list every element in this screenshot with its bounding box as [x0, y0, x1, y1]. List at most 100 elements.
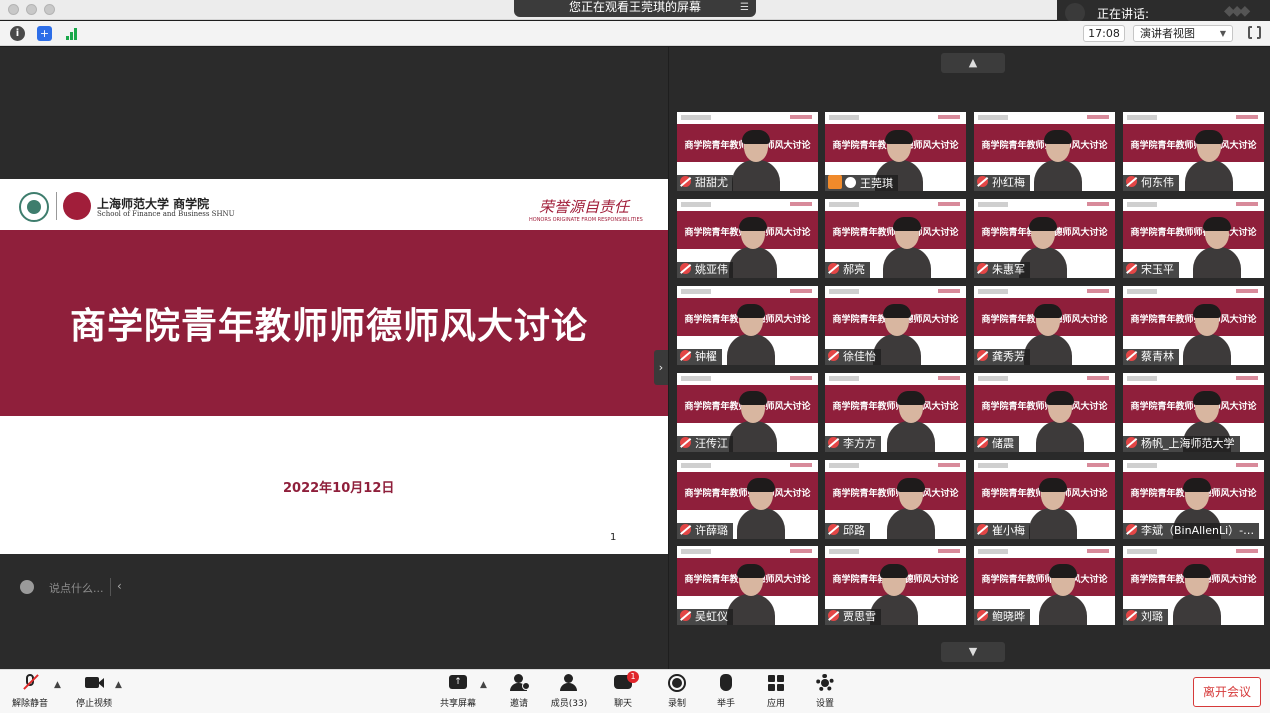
add-person-icon — [509, 674, 530, 692]
participant-nametag: 钟櫂 — [677, 349, 722, 365]
muted-mic-icon — [828, 437, 839, 448]
tile-slide-logo — [681, 463, 711, 468]
participant-name: 徐佳怡 — [843, 350, 876, 363]
tile-slide-logo — [681, 376, 711, 381]
stop-video-button[interactable]: 停止视频 — [69, 674, 119, 712]
video-options-chevron-up-icon[interactable]: ▲ — [115, 680, 122, 690]
security-shield-icon[interactable]: + — [37, 26, 52, 41]
watermark-logo-icon: ◆◆◆ — [1224, 3, 1250, 19]
record-label: 录制 — [667, 699, 686, 709]
participant-tile[interactable]: 商学院青年教师师德师风大讨论贾思雪 — [825, 546, 966, 625]
participants-button[interactable]: 成员(33) — [544, 674, 594, 712]
close-window-button[interactable] — [8, 4, 19, 15]
participant-tile[interactable]: 商学院青年教师师德师风大讨论 何东伟 — [1123, 112, 1264, 191]
participant-tile[interactable]: 商学院青年教师师德师风大讨论 宋玉平 — [1123, 199, 1264, 278]
participant-name: 孙红梅 — [992, 176, 1025, 189]
participant-tile[interactable]: 商学院青年教师师德师风大讨论吴虹仪 — [677, 546, 818, 625]
gallery-page-down-button[interactable]: ▼ — [941, 642, 1005, 662]
share-screen-button[interactable]: ↑ 共享屏幕 — [433, 674, 483, 712]
participant-nametag: 鲍晓晔 — [974, 609, 1030, 625]
gallery-page-up-button[interactable]: ▲ — [941, 53, 1005, 73]
slide-page-number: 1 — [610, 532, 617, 543]
participant-name: 贾思雪 — [843, 610, 876, 623]
tile-slide-motto — [790, 289, 812, 293]
participant-tile[interactable]: 商学院青年教师师德师风大讨论 储震 — [974, 373, 1115, 452]
audio-options-chevron-up-icon[interactable]: ▲ — [54, 680, 61, 690]
participant-tile[interactable]: 商学院青年教师师德师风大讨论 邱路 — [825, 460, 966, 539]
leave-meeting-button[interactable]: 离开会议 — [1193, 677, 1261, 707]
tile-slide-logo — [1127, 202, 1157, 207]
participant-tile[interactable]: 商学院青年教师师德师风大讨论汪传江 — [677, 373, 818, 452]
tile-slide-logo — [829, 202, 859, 207]
participant-nametag: 何东伟 — [1123, 175, 1179, 191]
fullscreen-icon[interactable] — [1248, 25, 1261, 40]
participant-tile[interactable]: 商学院青年教师师德师风大讨论 李方方 — [825, 373, 966, 452]
participant-video — [1185, 130, 1233, 191]
apps-button[interactable]: 应用 — [751, 674, 801, 712]
share-options-chevron-up-icon[interactable]: ▲ — [480, 680, 487, 690]
chevron-left-icon[interactable]: ‹ — [117, 579, 122, 593]
tile-slide-motto — [938, 115, 960, 119]
participant-tile[interactable]: 商学院青年教师师德师风大讨论 杨帆_上海师范大学 — [1123, 373, 1264, 452]
host-icon — [828, 175, 842, 189]
banner-menu-icon[interactable]: ☰ — [740, 0, 749, 15]
chat-icon: 1 — [613, 671, 639, 692]
participant-tile[interactable]: 商学院青年教师师德师风大讨论钟櫂 — [677, 286, 818, 365]
participant-tile[interactable]: 商学院青年教师师德师风大讨论郝亮 — [825, 199, 966, 278]
participant-tile[interactable]: 商学院青年教师师德师风大讨论 蔡青林 — [1123, 286, 1264, 365]
participant-tile[interactable]: 商学院青年教师师德师风大讨论徐佳怡 — [825, 286, 966, 365]
network-signal-icon[interactable] — [66, 26, 81, 41]
record-button[interactable]: 录制 — [652, 674, 702, 712]
tile-slide-logo — [1127, 463, 1157, 468]
settings-button[interactable]: 设置 — [800, 674, 850, 712]
participant-tile[interactable]: 商学院青年教师师德师风大讨论 孙红梅 — [974, 112, 1115, 191]
apps-label: 应用 — [766, 699, 785, 709]
participant-video — [729, 217, 777, 278]
raise-hand-button[interactable]: 举手 — [701, 674, 751, 712]
meeting-info-icon[interactable]: i — [10, 26, 25, 41]
participant-nametag: 宋玉平 — [1123, 262, 1179, 278]
quick-chat-input[interactable]: 说点什么... — [49, 580, 104, 596]
chat-label: 聊天 — [613, 699, 632, 709]
muted-mic-icon — [1126, 263, 1137, 274]
tile-slide-motto — [790, 115, 812, 119]
tile-slide-motto — [1087, 376, 1109, 380]
collapse-gallery-button[interactable]: › — [654, 350, 668, 385]
meeting-clock: 17:08 — [1083, 25, 1125, 42]
participant-video — [1024, 304, 1072, 365]
slide-date: 2022年10月12日 — [283, 481, 395, 496]
zoom-window-button[interactable] — [44, 4, 55, 15]
viewing-screen-banner[interactable]: 您正在观看王莞琪的屏幕 ☰ — [514, 0, 756, 17]
minimize-window-button[interactable] — [26, 4, 37, 15]
muted-mic-icon — [828, 524, 839, 535]
chat-button[interactable]: 1 聊天 — [598, 671, 648, 712]
muted-mic-icon — [1126, 524, 1137, 535]
participant-tile[interactable]: 商学院青年教师师德师风大讨论甜甜尤 — [677, 112, 818, 191]
participant-name: 钟櫂 — [695, 350, 717, 363]
participant-tile[interactable]: 商学院青年教师师德师风大讨论龚秀芳 — [974, 286, 1115, 365]
presentation-slide: 上海师范大学 商学院 School of Finance and Busines… — [0, 179, 668, 554]
participant-tile[interactable]: 商学院青年教师师德师风大讨论刘璐 — [1123, 546, 1264, 625]
participant-nametag: 孙红梅 — [974, 175, 1030, 191]
invite-label: 邀请 — [509, 699, 528, 709]
participant-tile[interactable]: 商学院青年教师师德师风大讨论李斌（BinAllenLi）-… — [1123, 460, 1264, 539]
invite-button[interactable]: 邀请 — [494, 674, 544, 712]
participant-tile[interactable]: 商学院青年教师师德师风大讨论王莞琪 — [825, 112, 966, 191]
participant-video — [727, 304, 775, 365]
participant-tile[interactable]: 商学院青年教师师德师风大讨论朱惠军 — [974, 199, 1115, 278]
participant-tile[interactable]: 商学院青年教师师德师风大讨论姚亚伟 — [677, 199, 818, 278]
tile-slide-motto — [1236, 115, 1258, 119]
participant-nametag: 郝亮 — [825, 262, 870, 278]
participant-tile[interactable]: 商学院青年教师师德师风大讨论 鲍晓晔 — [974, 546, 1115, 625]
unmute-button[interactable]: 解除静音 — [5, 674, 55, 712]
muted-mic-icon — [1126, 437, 1137, 448]
participant-tile[interactable]: 商学院青年教师师德师风大讨论崔小梅 — [974, 460, 1115, 539]
participant-tile[interactable]: 商学院青年教师师德师风大讨论 许薛璐 — [677, 460, 818, 539]
emoji-icon[interactable] — [20, 580, 34, 594]
participant-nametag: 储震 — [974, 436, 1019, 452]
view-mode-select[interactable]: 演讲者视图 ▼ — [1133, 25, 1233, 42]
muted-mic-icon — [680, 610, 691, 621]
tile-slide-motto — [1087, 549, 1109, 553]
participant-nametag: 李斌（BinAllenLi）-… — [1123, 523, 1260, 539]
tile-slide-motto — [938, 202, 960, 206]
